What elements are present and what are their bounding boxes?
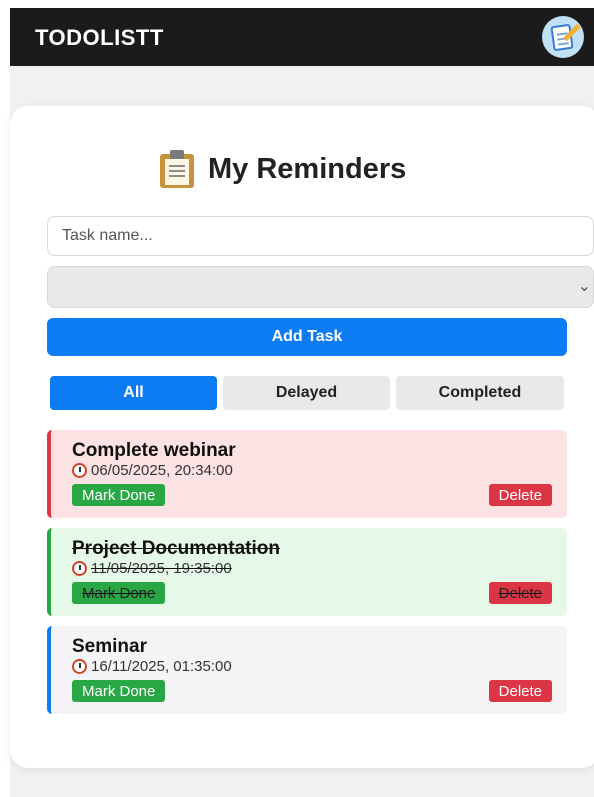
add-task-button[interactable]: Add Task <box>47 318 567 356</box>
task-name: Complete webinar <box>72 440 236 461</box>
delete-button[interactable]: Delete <box>488 484 552 506</box>
page-heading: My Reminders <box>160 150 406 188</box>
mark-done-button[interactable]: Mark Done <box>72 680 166 702</box>
task-item-completed: Project Documentation 11/05/2025, 19:35:… <box>47 528 567 616</box>
task-datetime: 11/05/2025, 19:35:00 <box>72 560 232 577</box>
task-name: Project Documentation <box>72 538 280 559</box>
top-app-bar: TODOLISTT <box>10 8 594 66</box>
task-name-input[interactable] <box>47 216 594 256</box>
task-name: Seminar <box>72 636 147 657</box>
page-title: My Reminders <box>208 152 407 185</box>
task-datetime-text: 16/11/2025, 01:35:00 <box>91 658 232 675</box>
alarm-clock-icon <box>72 561 87 576</box>
task-datetime-text: 06/05/2025, 20:34:00 <box>91 462 233 479</box>
mark-done-button[interactable]: Mark Done <box>72 484 166 506</box>
clipboard-icon <box>160 150 196 188</box>
delete-button[interactable]: Delete <box>488 680 552 702</box>
delete-button[interactable]: Delete <box>488 582 552 604</box>
tab-delayed[interactable]: Delayed <box>223 376 390 410</box>
task-datetime-text: 11/05/2025, 19:35:00 <box>91 560 232 577</box>
chevron-down-icon: ⌄ <box>577 278 591 295</box>
tab-all[interactable]: All <box>50 376 217 410</box>
tab-completed[interactable]: Completed <box>396 376 564 410</box>
task-datetime: 06/05/2025, 20:34:00 <box>72 462 233 479</box>
alarm-clock-icon <box>72 463 87 478</box>
app-title: TODOLISTT <box>35 25 164 50</box>
task-datetime: 16/11/2025, 01:35:00 <box>72 658 232 675</box>
task-item-delayed: Complete webinar 06/05/2025, 20:34:00 Ma… <box>47 430 567 518</box>
task-item-pending: Seminar 16/11/2025, 01:35:00 Mark Done D… <box>47 626 567 714</box>
alarm-clock-icon <box>72 659 87 674</box>
reminder-time-select[interactable]: ⌄ <box>47 266 594 308</box>
notepad-pencil-icon[interactable] <box>542 16 584 58</box>
mark-done-button[interactable]: Mark Done <box>72 582 166 604</box>
